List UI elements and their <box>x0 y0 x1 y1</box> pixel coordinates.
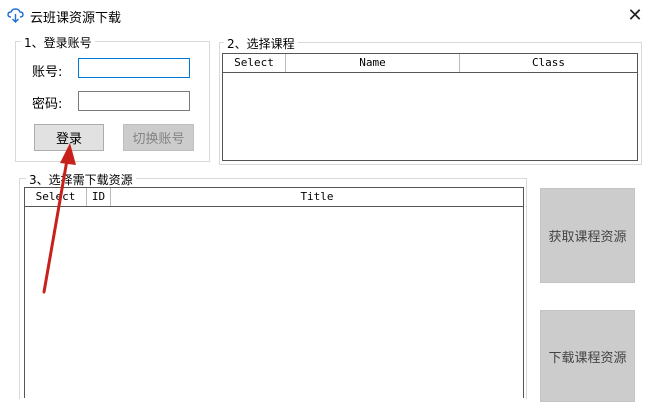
download-resources-button[interactable]: 下载课程资源 <box>540 310 635 402</box>
login-button[interactable]: 登录 <box>34 124 104 151</box>
fetch-resources-button[interactable]: 获取课程资源 <box>540 188 635 283</box>
password-input[interactable] <box>78 91 190 111</box>
window-title: 云班课资源下载 <box>30 11 122 26</box>
resource-grid[interactable]: Select ID Title <box>24 187 524 398</box>
account-label: 账号: <box>32 65 63 80</box>
resource-group-legend: 3、选择需下载资源 <box>26 171 136 188</box>
course-col-name[interactable]: Name <box>286 54 460 72</box>
course-grid-header: Select Name Class <box>223 54 637 73</box>
resource-grid-header: Select ID Title <box>25 188 523 207</box>
course-grid[interactable]: Select Name Class <box>222 53 638 161</box>
course-col-select[interactable]: Select <box>223 54 286 72</box>
resource-col-select[interactable]: Select <box>25 188 87 206</box>
resource-col-id[interactable]: ID <box>87 188 111 206</box>
close-button[interactable]: ✕ <box>622 4 648 26</box>
course-col-class[interactable]: Class <box>460 54 637 72</box>
close-icon: ✕ <box>627 4 643 26</box>
password-label: 密码: <box>32 97 63 112</box>
title-bar: 云班课资源下载 ✕ <box>0 0 652 30</box>
app-icon <box>7 8 24 23</box>
login-group-legend: 1、登录账号 <box>21 34 95 51</box>
account-input[interactable] <box>78 58 190 78</box>
switch-account-button[interactable]: 切换账号 <box>123 124 194 151</box>
resource-col-title[interactable]: Title <box>111 188 523 206</box>
course-group-legend: 2、选择课程 <box>224 35 298 52</box>
